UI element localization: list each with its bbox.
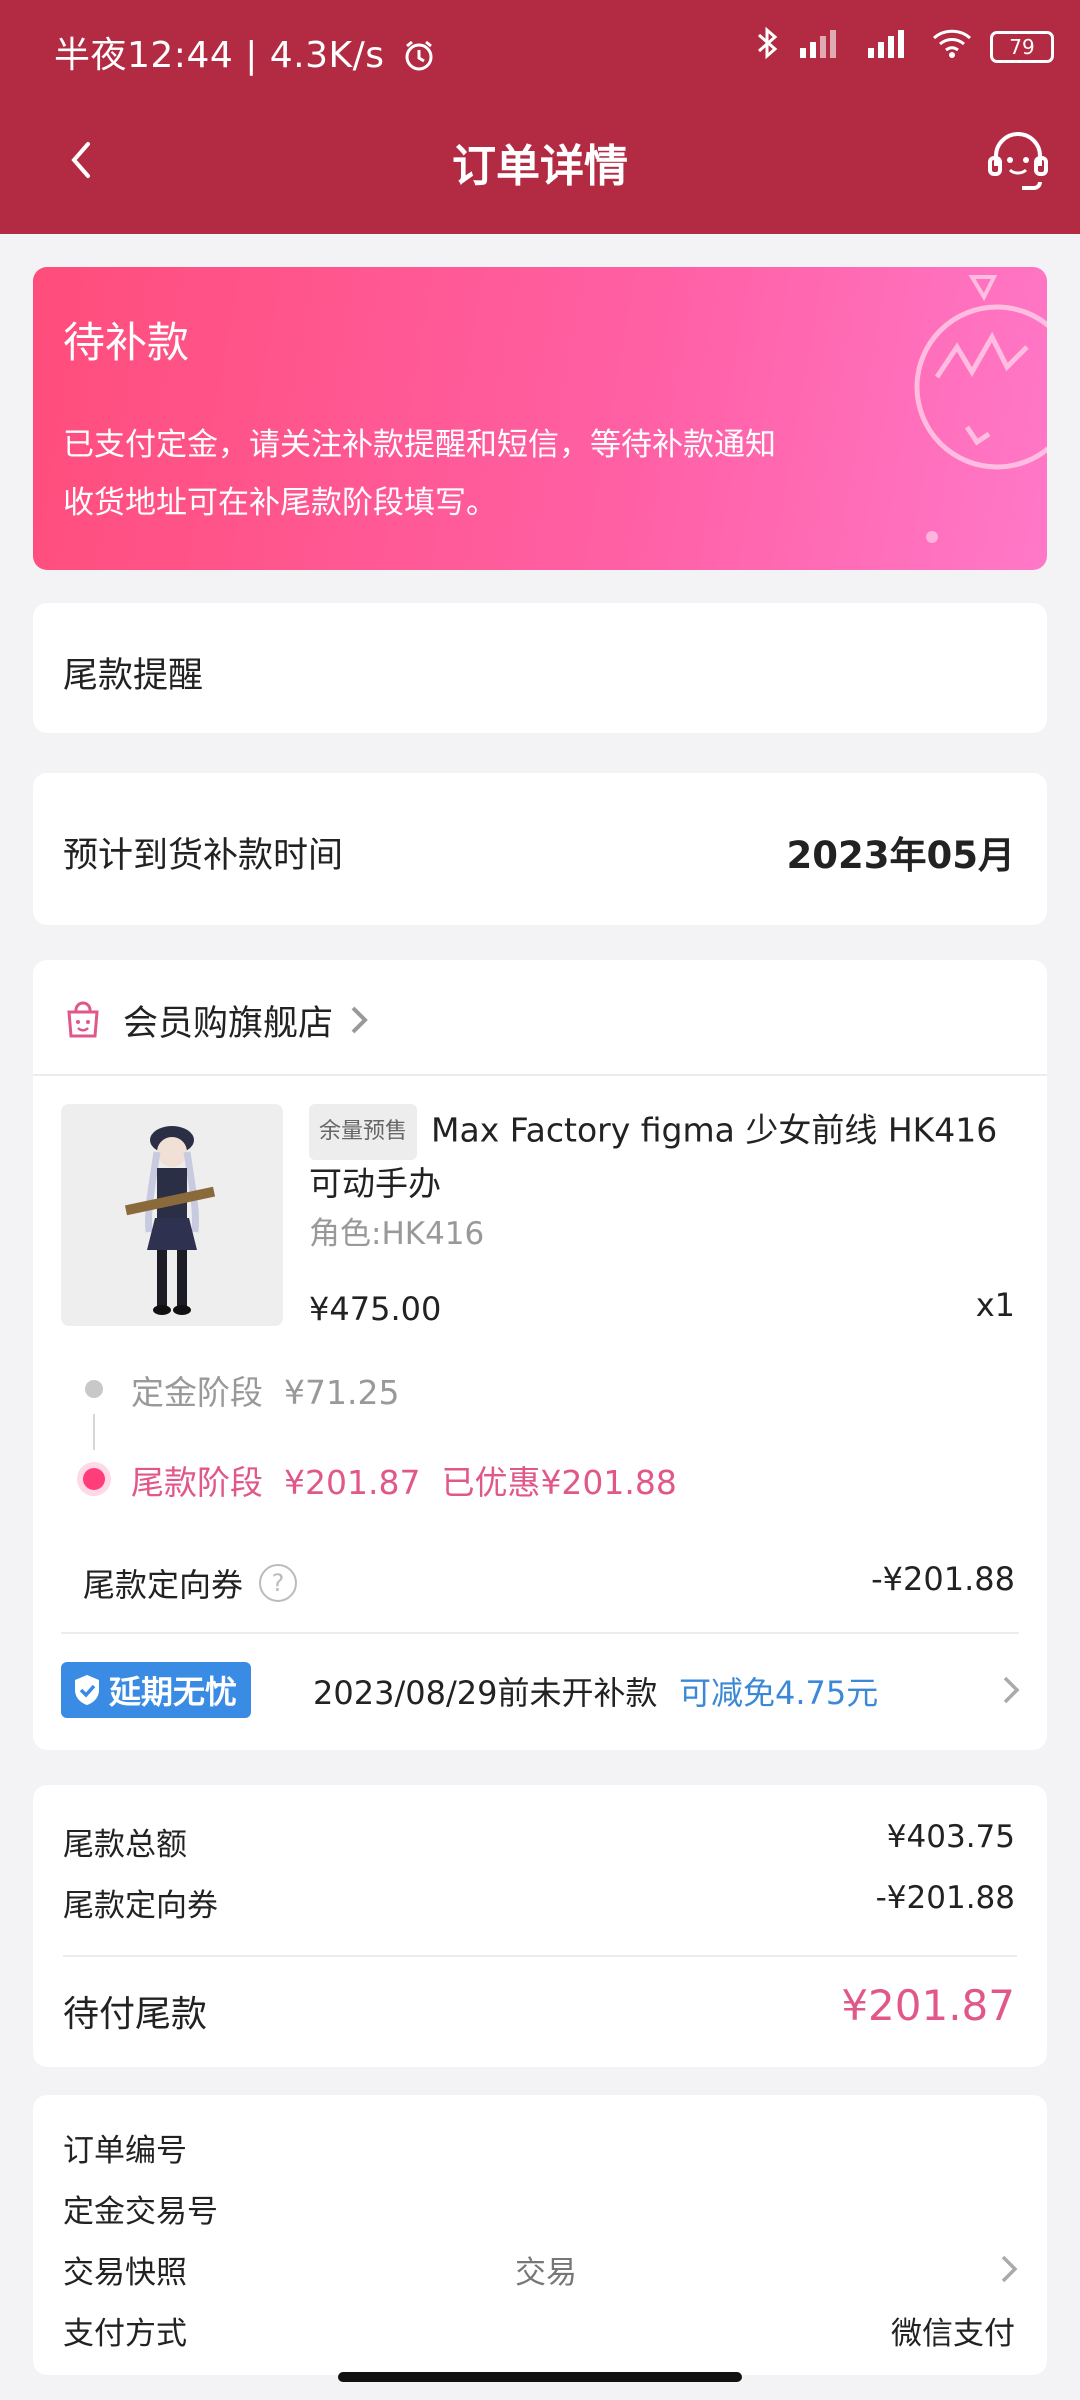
coupon-row: 尾款定向券 ? — [83, 1560, 298, 1606]
status-banner: 待补款 已支付定金，请关注补款提醒和短信，等待补款通知 收货地址可在补尾款阶段填… — [33, 267, 1047, 570]
signal-icon — [862, 26, 914, 67]
shield-check-icon — [75, 1675, 99, 1705]
store-header[interactable]: 会员购旗舰店 — [61, 990, 375, 1050]
coupon-summary-label: 尾款定向券 — [63, 1888, 218, 1924]
deposit-stage-label: 定金阶段 — [131, 1373, 263, 1412]
deposit-stage-amount: ¥71.25 — [283, 1373, 400, 1412]
stage-connector — [93, 1414, 95, 1450]
divider — [61, 1632, 1019, 1634]
chevron-right-icon — [1003, 1676, 1020, 1704]
deposit-transaction-label: 定金交易号 — [63, 2194, 218, 2230]
mascot-illustration — [914, 275, 1047, 543]
alarm-icon — [402, 39, 436, 73]
bluetooth-icon — [756, 26, 778, 67]
amount-due-label: 待付尾款 — [63, 1994, 208, 2035]
delay-benefit: 可减免4.75元 — [679, 1674, 879, 1712]
wifi-icon — [930, 26, 974, 67]
divider — [33, 1074, 1047, 1076]
payment-summary-card: 尾款总额 ¥403.75 尾款定向券 -¥201.88 待付尾款 ¥201.87 — [33, 1785, 1047, 2067]
status-network-speed: 4.3K/s — [269, 35, 385, 76]
divider — [63, 1955, 1017, 1957]
final-stage-dot — [83, 1468, 105, 1490]
nav-bar: 订单详情 — [0, 110, 1080, 210]
reminder-label: 尾款提醒 — [63, 656, 204, 696]
delay-guarantee-row[interactable]: 延期无忧 2023/08/29前未开补款 可减免4.75元 — [61, 1662, 1047, 1718]
presale-tag: 余量预售 — [309, 1104, 418, 1160]
store-name: 会员购旗舰店 — [123, 1003, 334, 1044]
order-info-card: 订单编号 定金交易号 交易快照 交易 支付方式 微信支付 — [33, 2095, 1047, 2375]
customer-service-icon[interactable] — [982, 124, 1054, 196]
banner-message-line1: 已支付定金，请关注补款提醒和短信，等待补款通知 — [63, 427, 776, 463]
delay-badge-text: 延期无忧 — [109, 1673, 238, 1711]
coupon-summary-value: -¥201.88 — [875, 1880, 1015, 1916]
top-bar: 半夜12:44 | 4.3K/s 79 订单详情 — [0, 0, 1080, 234]
snapshot-label: 交易快照 — [63, 2255, 187, 2291]
battery-level: 79 — [1009, 34, 1035, 59]
arrival-label: 预计到货补款时间 — [63, 836, 344, 876]
arrival-time-card: 预计到货补款时间 2023年05月 — [33, 773, 1047, 925]
home-indicator[interactable] — [338, 2372, 742, 2382]
delay-condition: 2023/08/29前未开补款 — [313, 1674, 658, 1712]
product-price: ¥475.00 — [309, 1290, 442, 1328]
snapshot-link[interactable]: 交易 — [515, 2247, 577, 2292]
battery-icon: 79 — [990, 30, 1054, 63]
order-items-card: 会员购旗舰店 余量预售 Max Factory figma 少女前线 HK416 … — [33, 960, 1047, 1750]
product-title-block[interactable]: 余量预售 Max Factory figma 少女前线 HK416 可动手办 — [309, 1104, 1019, 1208]
deposit-stage: 定金阶段 ¥71.25 — [131, 1366, 399, 1414]
payment-method-label: 支付方式 — [63, 2316, 187, 2352]
total-label: 尾款总额 — [63, 1827, 187, 1863]
page-title: 订单详情 — [452, 141, 628, 192]
arrival-value: 2023年05月 — [786, 834, 1015, 877]
chevron-right-icon — [351, 1006, 368, 1034]
amount-due-value: ¥201.87 — [841, 1981, 1015, 2030]
product-image[interactable] — [61, 1104, 283, 1326]
total-value: ¥403.75 — [886, 1819, 1015, 1855]
deposit-stage-dot — [85, 1380, 103, 1398]
final-stage-label: 尾款阶段 — [131, 1463, 263, 1502]
help-icon[interactable]: ? — [259, 1564, 298, 1602]
delay-guarantee-badge: 延期无忧 — [61, 1662, 252, 1718]
coupon-label: 尾款定向券 — [83, 1566, 244, 1604]
final-stage-amount: ¥201.87 — [283, 1463, 421, 1502]
product-variant: 角色:HK416 — [309, 1216, 485, 1252]
product-quantity: x1 — [975, 1286, 1015, 1324]
order-status-title: 待补款 — [63, 318, 190, 367]
final-stage: 尾款阶段 ¥201.87 已优惠¥201.88 — [131, 1456, 677, 1504]
order-number-label: 订单编号 — [63, 2133, 187, 2169]
status-left: 半夜12:44 | 4.3K/s — [54, 26, 436, 78]
payment-method-value: 微信支付 — [891, 2316, 1015, 2352]
shopping-bag-icon — [67, 1001, 99, 1038]
status-right: 79 — [756, 26, 1054, 67]
signal-icon — [794, 26, 846, 67]
status-time: 半夜12:44 — [54, 35, 234, 76]
banner-message-line2: 收货地址可在补尾款阶段填写。 — [63, 485, 497, 521]
status-separator: | — [245, 35, 270, 76]
coupon-value: -¥201.88 — [871, 1560, 1015, 1598]
final-stage-discount: 已优惠¥201.88 — [441, 1463, 677, 1502]
final-payment-reminder-card[interactable]: 尾款提醒 — [33, 603, 1047, 733]
chevron-right-icon[interactable] — [997, 2251, 1021, 2287]
